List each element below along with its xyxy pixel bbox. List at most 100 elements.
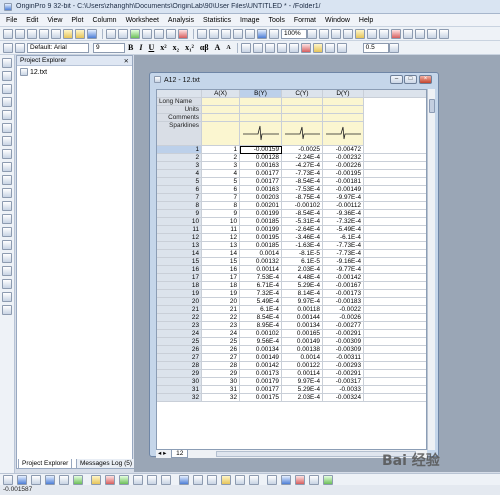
sparkline-cell[interactable] xyxy=(282,122,323,146)
multi-panel-icon[interactable] xyxy=(235,474,245,485)
cell-d[interactable]: -0.00309 xyxy=(323,338,364,346)
line-width-select[interactable]: 0.5 xyxy=(362,42,389,53)
apps-icon[interactable] xyxy=(355,28,365,39)
zoom-tool-icon[interactable] xyxy=(2,71,12,81)
row-header[interactable]: 23 xyxy=(157,322,202,330)
cell-b[interactable]: 0.00142 xyxy=(240,362,282,370)
cell-c[interactable]: 0.00165 xyxy=(282,330,323,338)
cell-d[interactable]: -9.77E-4 xyxy=(323,266,364,274)
cell-c[interactable]: 0.00138 xyxy=(282,346,323,354)
cell-c[interactable]: -7.73E-4 xyxy=(282,170,323,178)
recalculate-icon[interactable] xyxy=(130,28,140,39)
cell-a[interactable]: 7 xyxy=(202,194,240,202)
cell-b[interactable]: 6.71E-4 xyxy=(240,282,282,290)
stat-plot-icon[interactable] xyxy=(193,474,203,485)
rectangle-icon[interactable] xyxy=(2,227,12,237)
row-header[interactable]: 7 xyxy=(157,194,202,202)
sparkline-cell[interactable] xyxy=(240,122,282,146)
cell-b[interactable]: 0.00175 xyxy=(240,394,282,402)
cell-c[interactable]: -5.31E-4 xyxy=(282,218,323,226)
cell-a[interactable]: 30 xyxy=(202,378,240,386)
cell-a[interactable]: 31 xyxy=(202,386,240,394)
cell-d[interactable]: -0.00277 xyxy=(323,322,364,330)
menu-item-edit[interactable]: Edit xyxy=(26,17,38,24)
new-graph-icon[interactable] xyxy=(27,28,37,39)
cell-c[interactable]: -8.54E-4 xyxy=(282,178,323,186)
column-header-b[interactable]: B(Y) xyxy=(240,90,282,98)
menu-item-file[interactable]: File xyxy=(6,17,17,24)
freehand-icon[interactable] xyxy=(2,279,12,289)
cell-d[interactable]: -0.00181 xyxy=(323,178,364,186)
cell-b[interactable]: 7.53E-4 xyxy=(240,274,282,282)
cell-a[interactable]: 1 xyxy=(202,146,240,154)
cell-a[interactable]: 2 xyxy=(202,154,240,162)
row-header[interactable]: 16 xyxy=(157,266,202,274)
cell-a[interactable]: 32 xyxy=(202,394,240,402)
font-color-icon[interactable] xyxy=(300,42,311,53)
pointer-icon[interactable] xyxy=(3,42,13,53)
cell-d[interactable]: -0.0026 xyxy=(323,314,364,322)
align-icon[interactable] xyxy=(415,28,425,39)
cell-d[interactable]: -0.0033 xyxy=(323,386,364,394)
meta-cell[interactable] xyxy=(240,106,282,114)
color-icon[interactable] xyxy=(391,28,401,39)
new-project-icon[interactable] xyxy=(3,28,13,39)
border-icon[interactable] xyxy=(276,42,287,53)
row-header[interactable]: 20 xyxy=(157,298,202,306)
cell-b[interactable]: 9.56E-4 xyxy=(240,338,282,346)
cell-d[interactable]: -6.1E-4 xyxy=(323,234,364,242)
cell-c[interactable]: 0.00114 xyxy=(282,370,323,378)
cell-c[interactable]: 0.00118 xyxy=(282,306,323,314)
box-chart-icon[interactable] xyxy=(161,474,171,485)
polar-plot-icon[interactable] xyxy=(133,474,143,485)
zoom-plot-icon[interactable] xyxy=(249,474,259,485)
cell-b[interactable]: 0.00163 xyxy=(240,186,282,194)
line-plot-icon[interactable] xyxy=(3,474,13,485)
menu-item-format[interactable]: Format xyxy=(294,17,316,24)
bold-button[interactable]: B xyxy=(128,43,133,52)
cell-d[interactable]: -0.00472 xyxy=(323,146,364,154)
cell-a[interactable]: 14 xyxy=(202,250,240,258)
print-icon[interactable] xyxy=(154,28,164,39)
cell-b[interactable]: 0.00173 xyxy=(240,370,282,378)
cell-a[interactable]: 23 xyxy=(202,322,240,330)
results-log-icon[interactable] xyxy=(257,28,267,39)
row-header[interactable]: 28 xyxy=(157,362,202,370)
data-selector-icon[interactable] xyxy=(2,123,12,133)
insert-table-icon[interactable] xyxy=(2,305,12,315)
grid-icon[interactable] xyxy=(367,28,377,39)
cell-b[interactable]: 0.00114 xyxy=(240,266,282,274)
meta-cell[interactable] xyxy=(282,106,323,114)
cell-c[interactable]: 0.00134 xyxy=(282,322,323,330)
cell-a[interactable]: 27 xyxy=(202,354,240,362)
cell-a[interactable]: 17 xyxy=(202,274,240,282)
row-header[interactable]: 26 xyxy=(157,346,202,354)
cell-d[interactable]: -0.00173 xyxy=(323,290,364,298)
column-header-a[interactable]: A(X) xyxy=(202,90,240,98)
underline-button[interactable]: U xyxy=(148,43,154,52)
image-plot-icon[interactable] xyxy=(309,474,319,485)
meta-cell[interactable] xyxy=(323,106,364,114)
layer-icon[interactable] xyxy=(403,28,413,39)
row-header[interactable]: 30 xyxy=(157,378,202,386)
cell-d[interactable]: -7.73E-4 xyxy=(323,250,364,258)
cell-b[interactable]: 0.00128 xyxy=(240,154,282,162)
cell-d[interactable]: -0.00195 xyxy=(323,170,364,178)
cell-a[interactable]: 18 xyxy=(202,282,240,290)
cell-d[interactable]: -5.49E-4 xyxy=(323,226,364,234)
cell-b[interactable]: 0.00199 xyxy=(240,226,282,234)
cell-b[interactable]: 0.00134 xyxy=(240,346,282,354)
text-tool-icon[interactable] xyxy=(15,42,25,53)
font-size-select[interactable]: 9 xyxy=(93,42,125,53)
row-header[interactable]: 2 xyxy=(157,154,202,162)
row-header[interactable]: 15 xyxy=(157,258,202,266)
refresh-icon[interactable] xyxy=(178,28,188,39)
cell-a[interactable]: 22 xyxy=(202,314,240,322)
stack-plot-icon[interactable] xyxy=(267,474,277,485)
align-left-icon[interactable] xyxy=(240,42,251,53)
cell-c[interactable]: 2.03E-4 xyxy=(282,394,323,402)
curved-arrow-icon[interactable] xyxy=(2,201,12,211)
cell-c[interactable]: 0.00122 xyxy=(282,362,323,370)
row-header[interactable]: 3 xyxy=(157,162,202,170)
cell-d[interactable]: -0.00309 xyxy=(323,346,364,354)
